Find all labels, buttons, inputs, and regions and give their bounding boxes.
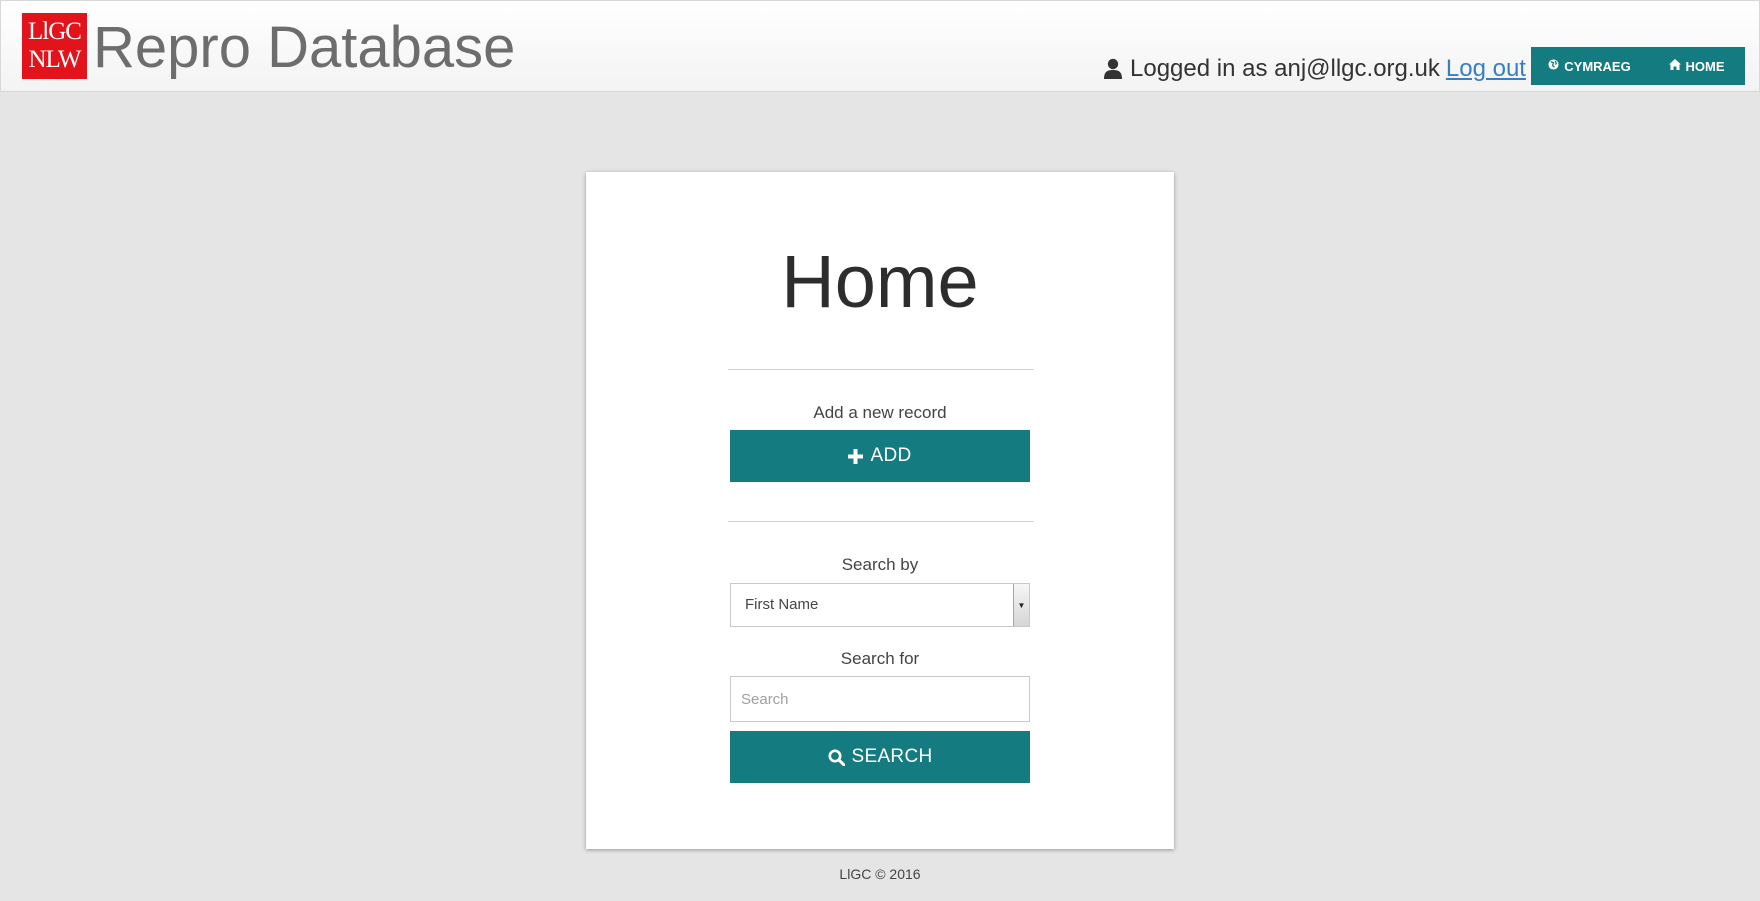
search-by-select[interactable]: First Name ▼ [730, 583, 1030, 627]
search-button[interactable]: SEARCH [730, 731, 1030, 783]
header-buttons: CYMRAEG HOME [1531, 47, 1745, 85]
user-status: Logged in as anj@llgc.org.uk Log out [1103, 53, 1526, 85]
add-button-label: ADD [870, 445, 912, 466]
logout-link[interactable]: Log out [1446, 53, 1526, 85]
chevron-down-icon[interactable]: ▼ [1013, 584, 1029, 626]
globe-icon [1548, 59, 1559, 73]
plus-icon [848, 448, 864, 464]
app-title: Repro Database [93, 15, 516, 80]
footer-copyright: LlGC © 2016 [839, 866, 921, 882]
search-button-label: SEARCH [851, 746, 933, 767]
logo-line-1: LlGC [28, 18, 82, 45]
search-input[interactable] [730, 676, 1030, 722]
search-icon [828, 749, 845, 766]
divider-middle [728, 521, 1034, 522]
search-for-label: Search for [840, 649, 920, 668]
search-by-label: Search by [841, 555, 919, 574]
search-by-selected-value: First Name [745, 596, 819, 613]
language-button-label: CYMRAEG [1564, 58, 1631, 74]
home-button-label: HOME [1685, 58, 1725, 74]
logged-in-text: Logged in as anj@llgc.org.uk [1130, 55, 1440, 82]
divider-top [728, 369, 1034, 370]
home-button[interactable]: HOME [1648, 47, 1745, 85]
site-header: LlGC NLW Repro Database Logged in as anj… [0, 0, 1760, 92]
user-icon [1103, 58, 1123, 80]
home-icon [1668, 59, 1681, 73]
add-record-label: Add a new record [813, 403, 947, 422]
llgc-nlw-logo[interactable]: LlGC NLW [22, 13, 87, 79]
add-button[interactable]: ADD [730, 430, 1030, 482]
logo-line-2: NLW [28, 46, 81, 73]
page-title: Home [781, 240, 979, 323]
home-card: Home Add a new record ADD Search by Firs… [586, 172, 1174, 849]
language-button[interactable]: CYMRAEG [1531, 47, 1648, 85]
